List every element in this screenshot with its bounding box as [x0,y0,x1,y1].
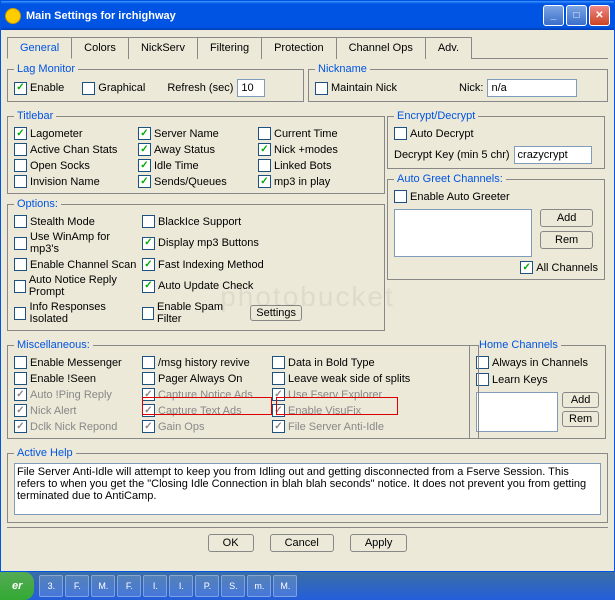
maximize-button[interactable]: □ [566,5,587,26]
active-chan-stats-checkbox[interactable]: Active Chan Stats [14,143,138,156]
titlebar-legend: Titlebar [14,110,56,122]
highlight-capture-notice [142,397,272,415]
lagometer-checkbox[interactable]: Lagometer [14,127,138,140]
nick-input[interactable] [487,79,577,97]
auto-notice-checkbox[interactable]: Auto Notice Reply Prompt [14,274,142,298]
invision-name-checkbox[interactable]: Invision Name [14,175,138,188]
taskbar-task[interactable]: M. [273,575,297,597]
apply-button[interactable]: Apply [350,534,408,552]
misc-legend: Miscellaneous: [14,339,93,351]
options-legend: Options: [14,198,61,210]
tab-adv[interactable]: Adv. [425,37,472,59]
mp3-in-play-checkbox[interactable]: mp3 in play [258,175,378,188]
ok-button[interactable]: OK [208,534,254,552]
enable-greeter-checkbox[interactable]: Enable Auto Greeter [394,190,510,203]
auto-decrypt-checkbox[interactable]: Auto Decrypt [394,127,474,140]
display-mp3-checkbox[interactable]: Display mp3 Buttons [142,231,302,255]
start-button[interactable]: er [0,572,34,600]
enable-lag-checkbox[interactable]: Enable [14,82,64,95]
maintain-nick-checkbox[interactable]: Maintain Nick [315,82,397,95]
taskbar-task[interactable]: 3. [39,575,63,597]
sends-queues-checkbox[interactable]: Sends/Queues [138,175,258,188]
lag-legend: Lag Monitor [14,63,78,75]
msg-history-checkbox[interactable]: /msg history revive [142,356,272,369]
away-status-checkbox[interactable]: Away Status [138,143,258,156]
blackice-checkbox[interactable]: BlackIce Support [142,215,302,228]
decrypt-key-input[interactable] [514,146,592,164]
tab-general[interactable]: General [7,37,72,59]
stealth-mode-checkbox[interactable]: Stealth Mode [14,215,142,228]
highlight-fserv-explorer [276,397,398,415]
greet-add-button[interactable]: Add [540,209,593,227]
enable-seen-checkbox[interactable]: Enable !Seen [14,372,142,385]
tab-filtering[interactable]: Filtering [197,37,262,59]
window-title: Main Settings for irchighway [26,10,176,22]
taskbar-task[interactable]: I. [143,575,167,597]
taskbar-task[interactable]: m. [247,575,271,597]
tab-protection[interactable]: Protection [261,37,337,59]
spam-filter-checkbox[interactable]: Enable Spam Filter [142,301,242,325]
tab-channel-ops[interactable]: Channel Ops [336,37,426,59]
nickname-legend: Nickname [315,63,370,75]
taskbar-task[interactable]: I. [169,575,193,597]
minimize-button[interactable]: _ [543,5,564,26]
close-button[interactable]: ✕ [589,5,610,26]
auto-update-checkbox[interactable]: Auto Update Check [142,274,302,298]
fast-indexing-checkbox[interactable]: Fast Indexing Method [142,258,302,271]
greet-channels-list[interactable] [394,209,532,257]
taskbar: er 3. F. M. F. I. I. P. S. m. M. [0,572,615,600]
greet-rem-button[interactable]: Rem [540,231,593,249]
app-icon [5,8,21,24]
decrypt-key-label: Decrypt Key (min 5 chr) [394,149,510,161]
refresh-label: Refresh (sec) [167,82,233,94]
help-legend: Active Help [14,447,76,459]
data-bold-checkbox[interactable]: Data in Bold Type [272,356,472,369]
taskbar-task[interactable]: F. [117,575,141,597]
info-responses-checkbox[interactable]: Info Responses Isolated [14,301,142,325]
winamp-checkbox[interactable]: Use WinAmp for mp3's [14,231,142,255]
current-time-checkbox[interactable]: Current Time [258,127,378,140]
tab-nickserv[interactable]: NickServ [128,37,198,59]
pager-checkbox[interactable]: Pager Always On [142,372,272,385]
server-name-checkbox[interactable]: Server Name [138,127,258,140]
home-rem-button[interactable]: Rem [562,411,599,427]
cancel-button[interactable]: Cancel [270,534,334,552]
encrypt-legend: Encrypt/Decrypt [394,110,478,122]
nick-label: Nick: [459,82,483,94]
help-text [14,463,601,515]
idle-time-checkbox[interactable]: Idle Time [138,159,258,172]
taskbar-task[interactable]: S. [221,575,245,597]
taskbar-task[interactable]: F. [65,575,89,597]
enable-messenger-checkbox[interactable]: Enable Messenger [14,356,142,369]
home-add-button[interactable]: Add [562,392,599,408]
tab-bar: General Colors NickServ Filtering Protec… [7,36,608,59]
auto-ping-checkbox[interactable]: Auto !Ping Reply [14,388,142,401]
home-channels-list[interactable] [476,392,558,432]
always-channels-checkbox[interactable]: Always in Channels [476,356,588,369]
fserver-antiidle-checkbox[interactable]: File Server Anti-Idle [272,420,472,433]
tab-colors[interactable]: Colors [71,37,129,59]
settings-button[interactable]: Settings [250,305,302,321]
dclk-nick-checkbox[interactable]: Dclk Nick Repond [14,420,142,433]
taskbar-task[interactable]: P. [195,575,219,597]
all-channels-checkbox[interactable]: All Channels [520,261,598,274]
gain-ops-checkbox[interactable]: Gain Ops [142,420,272,433]
linked-bots-checkbox[interactable]: Linked Bots [258,159,378,172]
learn-keys-checkbox[interactable]: Learn Keys [476,373,548,386]
weak-side-checkbox[interactable]: Leave weak side of splits [272,372,472,385]
nick-alert-checkbox[interactable]: Nick Alert [14,404,142,417]
channel-scan-checkbox[interactable]: Enable Channel Scan [14,258,142,271]
nick-modes-checkbox[interactable]: Nick +modes [258,143,378,156]
home-legend: Home Channels [476,339,561,351]
greet-legend: Auto Greet Channels: [394,173,506,185]
refresh-input[interactable] [237,79,265,97]
graphical-checkbox[interactable]: Graphical [82,82,145,95]
open-socks-checkbox[interactable]: Open Socks [14,159,138,172]
taskbar-task[interactable]: M. [91,575,115,597]
